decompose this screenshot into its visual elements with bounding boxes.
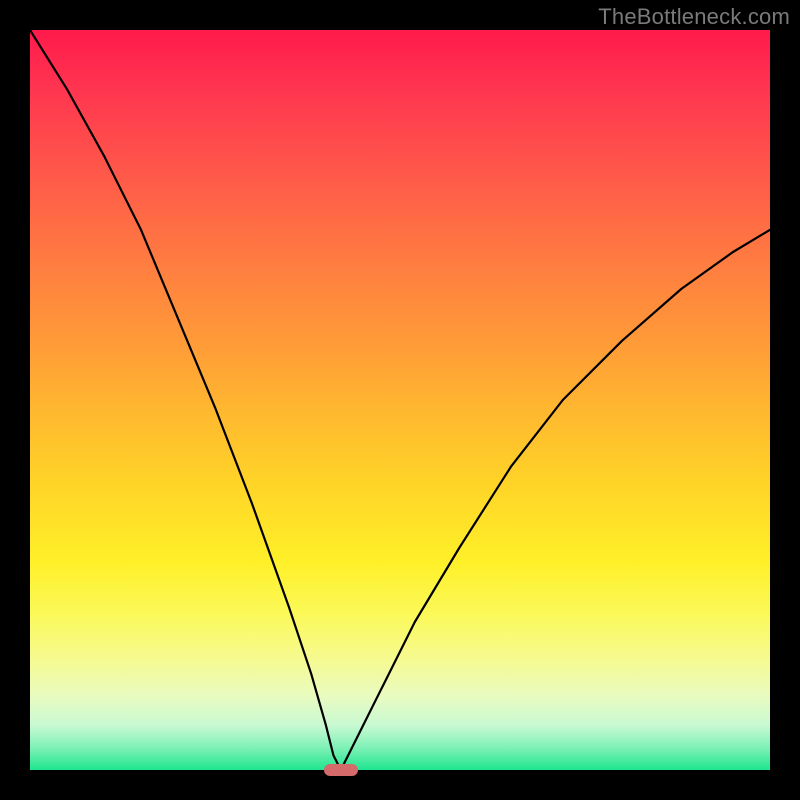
optimum-marker xyxy=(324,764,358,776)
curve-left-path xyxy=(30,30,341,770)
plot-area xyxy=(30,30,770,770)
curve-right-path xyxy=(341,230,770,770)
chart-frame: TheBottleneck.com xyxy=(0,0,800,800)
bottleneck-curve xyxy=(30,30,770,770)
watermark-text: TheBottleneck.com xyxy=(598,4,790,30)
